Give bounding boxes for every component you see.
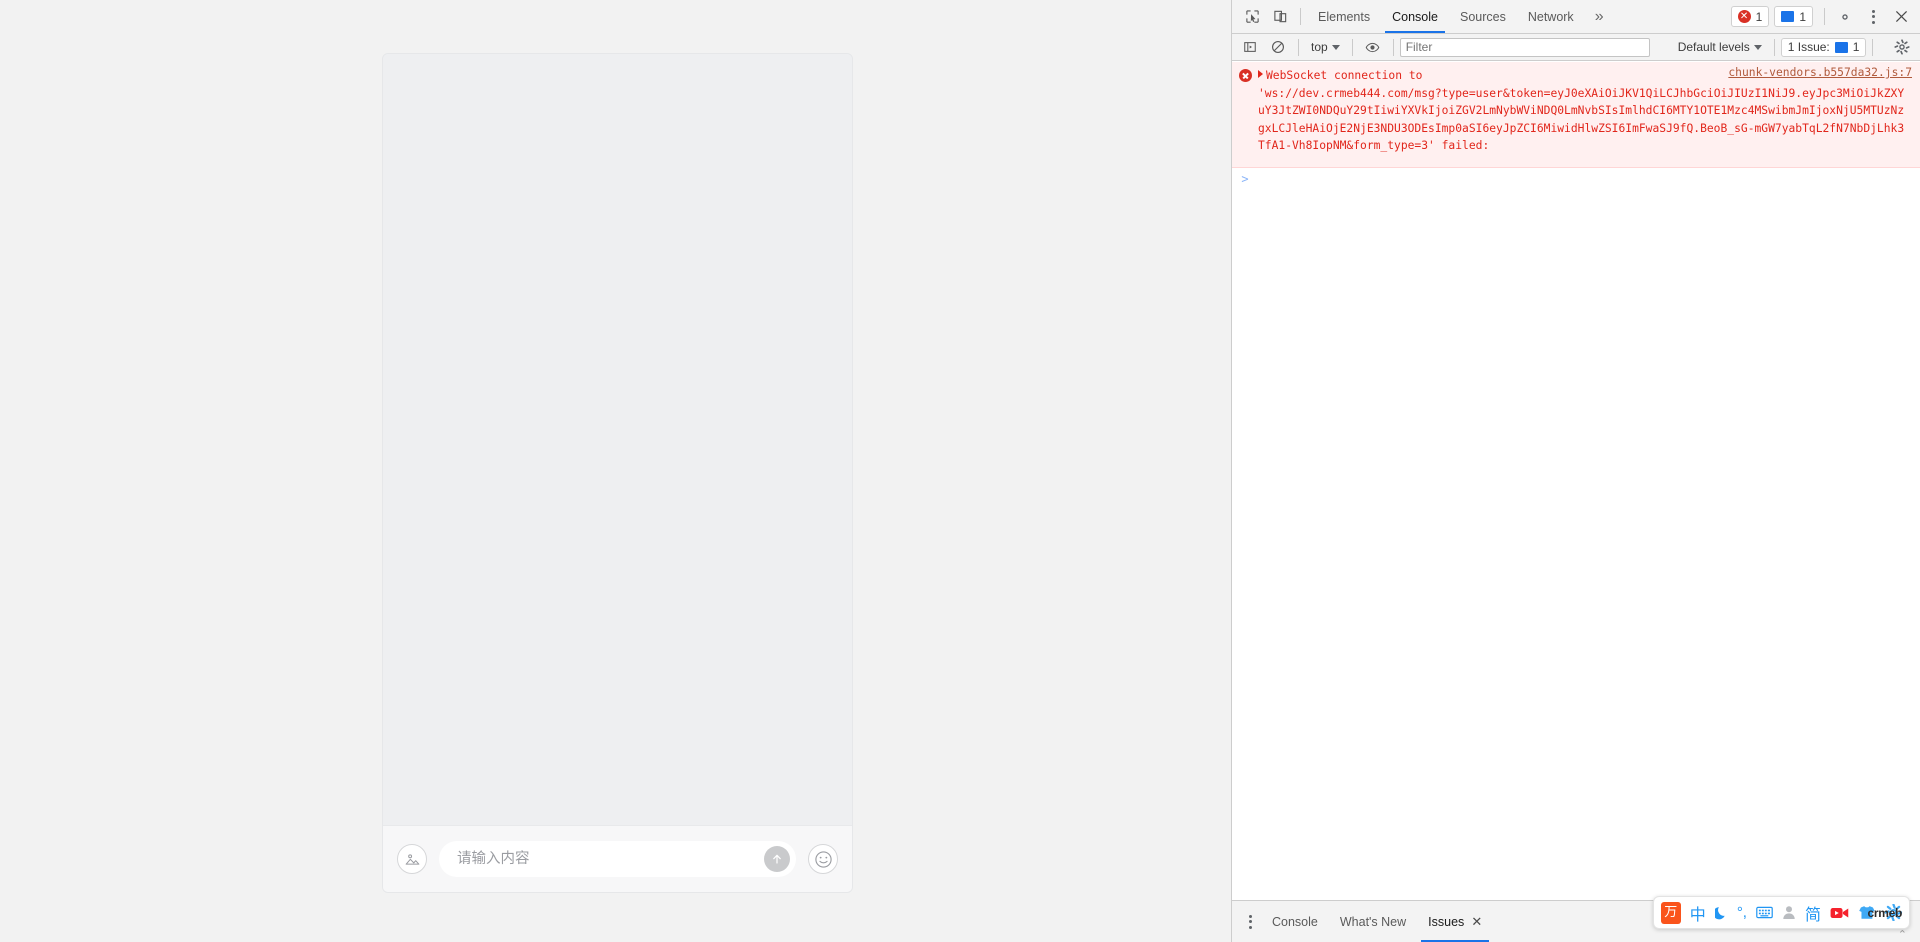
tab-sources[interactable]: Sources bbox=[1449, 0, 1517, 33]
watermark-text: crmeb bbox=[1867, 906, 1902, 920]
drawer-tab-whats-new-label: What's New bbox=[1339, 914, 1407, 929]
console-prompt-row[interactable]: > bbox=[1232, 168, 1920, 188]
toolbar-divider-2 bbox=[1824, 8, 1825, 25]
message-count: 1 bbox=[1799, 9, 1806, 24]
expand-arrow-icon[interactable] bbox=[1258, 70, 1263, 78]
error-line-1: WebSocket connection to bbox=[1266, 69, 1423, 82]
devtools-tabbar-right: ✕ 1 1 bbox=[1730, 4, 1920, 30]
drawer-tab-whats-new[interactable]: What's New bbox=[1329, 901, 1417, 942]
screen: Elements Console Sources Network » ✕ 1 1 bbox=[0, 0, 1920, 942]
console-error-message[interactable]: WebSocket connection to 'ws://dev.crmeb4… bbox=[1232, 62, 1920, 168]
ime-collapse-icon[interactable]: ⌃ bbox=[1898, 928, 1907, 941]
tab-elements[interactable]: Elements bbox=[1307, 0, 1381, 33]
issues-chip[interactable]: 1 Issue: 1 bbox=[1780, 37, 1867, 57]
tab-elements-label: Elements bbox=[1318, 9, 1371, 24]
error-icon-cell bbox=[1232, 65, 1258, 163]
message-icon bbox=[1781, 11, 1795, 22]
tab-console-label: Console bbox=[1392, 9, 1438, 24]
console-settings-gear-icon[interactable] bbox=[1888, 34, 1916, 60]
chat-message-list[interactable] bbox=[383, 54, 852, 827]
issues-message-icon bbox=[1834, 41, 1848, 53]
tab-network-label: Network bbox=[1527, 9, 1574, 24]
toolbar-divider bbox=[1300, 8, 1301, 25]
context-selector[interactable]: top bbox=[1305, 40, 1346, 54]
clear-console-icon[interactable] bbox=[1264, 34, 1292, 60]
inspect-element-icon[interactable] bbox=[1238, 4, 1266, 30]
console-toolbar-divider-3 bbox=[1392, 38, 1394, 56]
message-count-badge[interactable]: 1 bbox=[1774, 6, 1813, 27]
device-toolbar-icon[interactable] bbox=[1266, 4, 1294, 30]
console-toolbar-divider-5 bbox=[1872, 38, 1874, 56]
error-count-badge[interactable]: ✕ 1 bbox=[1730, 6, 1770, 27]
chat-input[interactable] bbox=[457, 842, 764, 876]
issues-chip-label: 1 Issue: bbox=[1787, 40, 1830, 54]
ime-simplified-icon[interactable]: 简 bbox=[1805, 902, 1821, 924]
gear-icon[interactable] bbox=[1831, 4, 1859, 30]
more-tabs-icon[interactable]: » bbox=[1585, 8, 1614, 26]
emoji-icon[interactable] bbox=[808, 844, 838, 874]
ime-moon-icon[interactable] bbox=[1714, 902, 1728, 924]
chat-widget bbox=[382, 53, 853, 893]
error-count: 1 bbox=[1755, 9, 1763, 24]
devtools-tabbar: Elements Console Sources Network » ✕ 1 1 bbox=[1232, 0, 1920, 34]
live-expression-icon[interactable] bbox=[1359, 34, 1387, 60]
drawer-tab-issues-label: Issues bbox=[1428, 914, 1465, 929]
error-icon bbox=[1238, 69, 1252, 82]
chevron-down-icon bbox=[1331, 44, 1340, 50]
sidebar-toggle-icon[interactable] bbox=[1236, 34, 1264, 60]
ime-punctuation-icon[interactable]: °, bbox=[1737, 902, 1747, 924]
drawer-tab-close-icon[interactable]: ✕ bbox=[1471, 914, 1482, 930]
drawer-tab-issues[interactable]: Issues ✕ bbox=[1417, 901, 1493, 942]
chat-input-bar bbox=[383, 825, 852, 892]
drawer-more-tools-icon[interactable] bbox=[1240, 914, 1261, 929]
web-page-viewport bbox=[0, 0, 1231, 942]
send-icon[interactable] bbox=[764, 846, 790, 872]
issues-chip-count: 1 bbox=[1852, 40, 1860, 54]
devtools-panel: Elements Console Sources Network » ✕ 1 1 bbox=[1231, 0, 1920, 942]
tab-network[interactable]: Network bbox=[1517, 0, 1585, 33]
console-prompt-caret: > bbox=[1241, 172, 1249, 186]
more-options-icon[interactable] bbox=[1859, 4, 1887, 30]
chat-text-field-wrapper bbox=[439, 841, 796, 877]
drawer-tab-console[interactable]: Console bbox=[1261, 901, 1329, 942]
ime-chinese-mode-icon[interactable]: 中 bbox=[1690, 902, 1706, 924]
ime-video-icon[interactable] bbox=[1830, 902, 1849, 924]
ime-keyboard-icon[interactable] bbox=[1756, 902, 1773, 924]
drawer-tab-console-label: Console bbox=[1272, 914, 1318, 929]
log-levels-selector[interactable]: Default levels bbox=[1672, 40, 1768, 54]
ime-logo-icon[interactable]: 万 bbox=[1660, 901, 1681, 924]
console-toolbar-divider-4 bbox=[1773, 38, 1775, 56]
console-toolbar-divider-2 bbox=[1351, 38, 1353, 56]
console-toolbar-divider bbox=[1298, 38, 1299, 56]
chevron-down-icon-2 bbox=[1753, 44, 1762, 50]
log-levels-label: Default levels bbox=[1677, 40, 1750, 54]
tab-sources-label: Sources bbox=[1459, 9, 1506, 24]
ime-user-icon[interactable] bbox=[1782, 902, 1796, 924]
tab-console[interactable]: Console bbox=[1381, 0, 1449, 33]
error-line-2: 'ws://dev.crmeb444.com/msg? bbox=[1258, 86, 1442, 100]
filter-input[interactable] bbox=[1399, 37, 1650, 57]
console-toolbar: top Default levels 1 Issue: 1 bbox=[1232, 34, 1920, 61]
image-upload-icon[interactable] bbox=[397, 844, 427, 874]
console-error-text: WebSocket connection to 'ws://dev.crmeb4… bbox=[1258, 65, 1920, 163]
console-output[interactable]: WebSocket connection to 'ws://dev.crmeb4… bbox=[1232, 62, 1920, 900]
error-source-link[interactable]: chunk-vendors.b557da32.js:7 bbox=[1728, 66, 1912, 79]
error-dot-icon: ✕ bbox=[1737, 10, 1751, 23]
close-icon[interactable] bbox=[1887, 4, 1915, 30]
context-selector-label: top bbox=[1311, 40, 1328, 54]
